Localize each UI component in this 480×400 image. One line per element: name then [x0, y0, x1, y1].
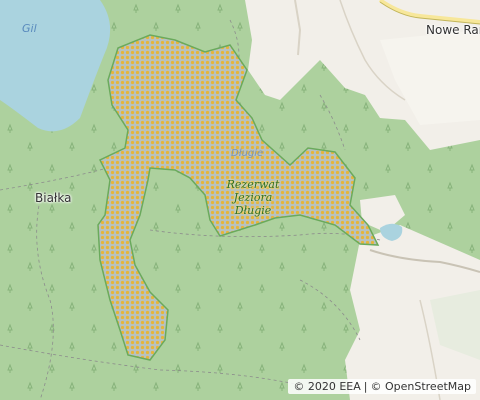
map-attribution: © 2020 EEA | © OpenStreetMap — [288, 379, 476, 394]
reserve-label[interactable]: Rezerwat Jeziora Długie — [218, 178, 288, 217]
reserve-label-line-3: Długie — [234, 204, 272, 217]
town-nowe-label[interactable]: Nowe Ram — [426, 23, 480, 37]
attribution-separator: | — [363, 380, 368, 393]
attribution-eea[interactable]: © 2020 EEA — [293, 380, 360, 393]
reserve-label-line-1: Rezerwat — [226, 178, 280, 191]
lake-gil-label: Gil — [22, 22, 37, 35]
reserve-label-line-2: Jeziora — [233, 191, 273, 204]
town-bialka-label[interactable]: Białka — [35, 191, 71, 205]
attribution-osm-link[interactable]: © OpenStreetMap — [370, 380, 471, 393]
lake-dlugie-label: Długie — [231, 148, 264, 159]
map-view[interactable]: Gil Nowe Ram Białka Długie Rezerwat Jezi… — [0, 0, 480, 400]
